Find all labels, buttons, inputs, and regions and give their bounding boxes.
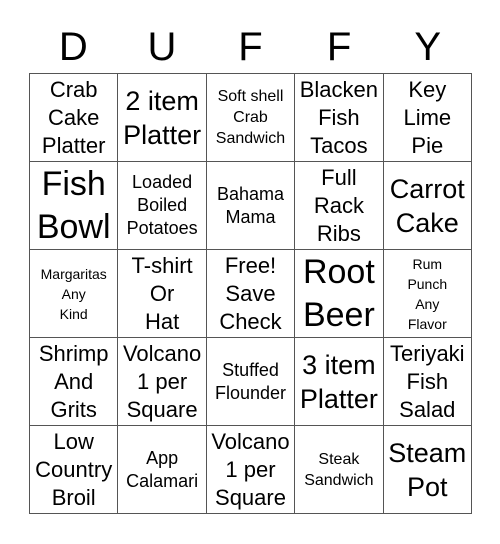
bingo-cell[interactable]: Steak Sandwich — [295, 426, 384, 514]
bingo-cell[interactable]: Key Lime Pie — [383, 74, 472, 162]
bingo-cell[interactable]: Soft shell Crab Sandwich — [206, 74, 296, 162]
bingo-cell[interactable]: Stuffed Flounder — [206, 338, 296, 426]
bingo-cell[interactable]: Carrot Cake — [383, 162, 472, 250]
header-letter: D — [58, 25, 88, 69]
bingo-cell[interactable]: Low Country Broil — [30, 426, 119, 514]
bingo-cell[interactable]: 2 item Platter — [118, 74, 207, 162]
bingo-cell[interactable]: Loaded Boiled Potatoes — [118, 162, 207, 250]
header-letter: F — [238, 25, 263, 69]
header-letter: Y — [414, 25, 442, 69]
bingo-cell[interactable]: Bahama Mama — [206, 162, 296, 250]
bingo-cell[interactable]: App Calamari — [118, 426, 207, 514]
bingo-cell[interactable]: Volcano 1 per Square — [206, 426, 296, 514]
header-letter: U — [147, 25, 177, 69]
bingo-cell[interactable]: T-shirt Or Hat — [118, 250, 207, 338]
bingo-header: D U F F Y — [29, 22, 472, 72]
header-letter: F — [326, 25, 352, 69]
bingo-board: Crab Cake Platter 2 item Platter Soft shel… — [29, 73, 472, 514]
bingo-cell[interactable]: Teriyaki Fish Salad — [383, 338, 472, 426]
bingo-cell[interactable]: Root Beer — [295, 250, 384, 338]
bingo-cell[interactable]: 3 item Platter — [295, 338, 384, 426]
bingo-cell[interactable]: Shrimp And Grits — [30, 338, 119, 426]
bingo-cell[interactable]: Rum Punch Any Flavor — [383, 250, 472, 338]
bingo-cell[interactable]: Steam Pot — [383, 426, 472, 514]
bingo-cell[interactable]: Blacken Fish Tacos — [295, 74, 384, 162]
bingo-cell[interactable]: Full Rack Ribs — [295, 162, 384, 250]
bingo-cell[interactable]: Crab Cake Platter — [30, 74, 119, 162]
bingo-cell[interactable]: Free! Save Check — [206, 250, 296, 338]
bingo-cell[interactable]: Volcano 1 per Square — [118, 338, 207, 426]
bingo-cell[interactable]: Margaritas Any Kind — [30, 250, 119, 338]
bingo-cell[interactable]: Fish Bowl — [30, 162, 119, 250]
